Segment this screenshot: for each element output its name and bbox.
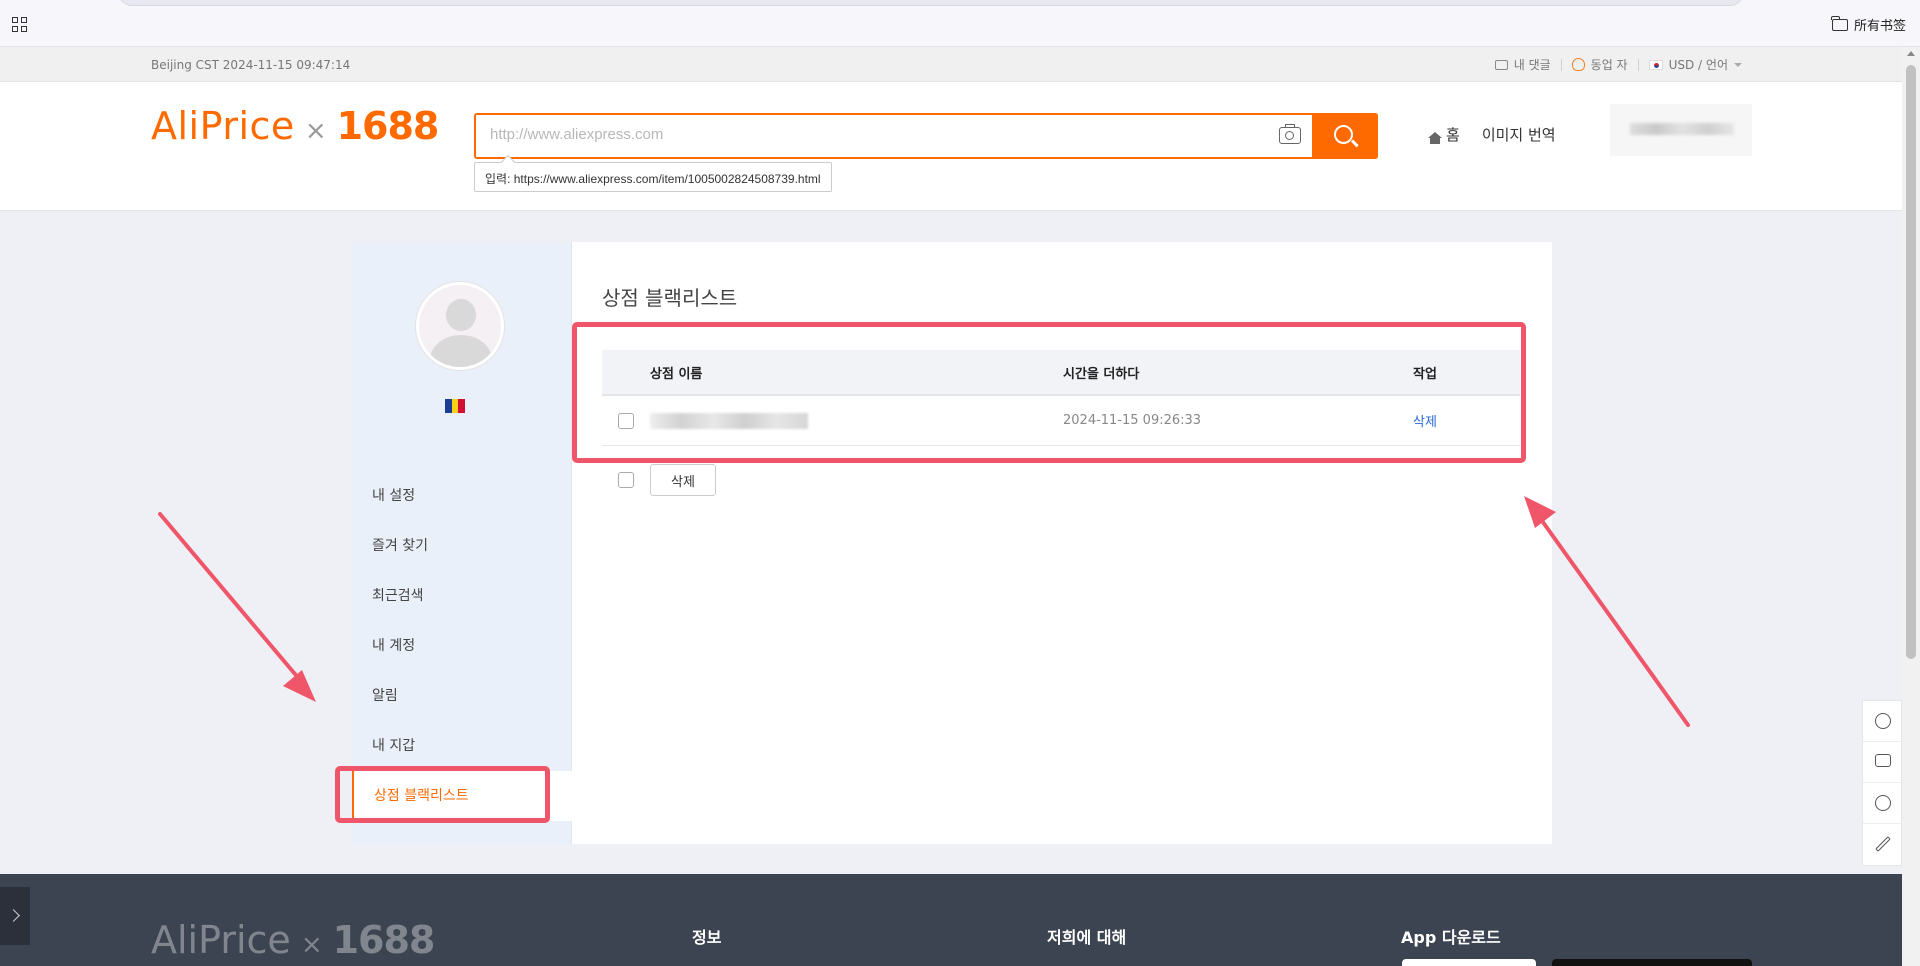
divider: [1560, 58, 1562, 71]
nav-image-translate-link[interactable]: 이미지 번역: [1482, 124, 1556, 145]
aliprice-1688-logo[interactable]: AliPrice × 1688: [151, 104, 440, 148]
address-bar-edge[interactable]: [118, 0, 1744, 6]
footer-col-app: App 다운로드: [1401, 928, 1501, 947]
footer-logo-aliprice: AliPrice: [151, 918, 291, 962]
chat-icon: [1875, 754, 1891, 767]
search-button[interactable]: [1312, 113, 1378, 159]
sidebar-item-recent-search[interactable]: 최근검색: [352, 571, 572, 621]
page-scrollbar[interactable]: [1902, 47, 1920, 966]
arrow-left-head: [283, 670, 316, 702]
search-box: [474, 113, 1378, 159]
top-info-strip: Beijing CST 2024-11-15 09:47:14 내 댓글 동업 …: [0, 47, 1902, 82]
logo-times-text: ×: [304, 116, 327, 146]
highlight-box-sidebar-item: [335, 766, 550, 823]
beijing-time: Beijing CST 2024-11-15 09:47:14: [151, 58, 351, 72]
app-store-badge[interactable]: [1402, 959, 1536, 966]
currency-language-select[interactable]: USD / 언어: [1648, 56, 1742, 73]
edit-button[interactable]: [1863, 824, 1901, 865]
nav-home-link[interactable]: 홈: [1428, 124, 1460, 145]
header-nav: 홈 이미지 번역: [1428, 124, 1556, 145]
history-icon: [1875, 713, 1891, 729]
footer-col-info: 정보: [692, 928, 722, 947]
comment-icon: [1494, 59, 1508, 70]
footer-col-about: 저희에 대해: [1047, 928, 1127, 947]
sidebar-item-my-account[interactable]: 내 계정: [352, 621, 572, 671]
floating-toolbar: [1862, 700, 1902, 866]
apps-grid-icon[interactable]: [12, 17, 28, 33]
feedback-button[interactable]: [1863, 783, 1901, 824]
search-input[interactable]: [490, 126, 1270, 143]
edit-icon: [1875, 836, 1891, 852]
bulk-actions: 삭제: [602, 464, 716, 496]
sidebar-item-my-settings[interactable]: 내 설정: [352, 471, 572, 521]
my-comments-link[interactable]: 내 댓글: [1494, 56, 1551, 73]
scrollbar-thumb[interactable]: [1906, 65, 1916, 659]
side-panel-toggle[interactable]: [0, 887, 30, 945]
google-play-badge[interactable]: [1552, 959, 1752, 966]
bulk-delete-button[interactable]: 삭제: [650, 464, 716, 496]
currency-language-label: USD / 언어: [1668, 58, 1728, 72]
arrow-left-shaft: [158, 512, 302, 682]
user-account-menu[interactable]: [1610, 104, 1752, 156]
chevron-down-icon: [1734, 62, 1742, 67]
sidebar-item-favorites[interactable]: 즐겨 찾기: [352, 521, 572, 571]
partner-link[interactable]: 동업 자: [1571, 56, 1628, 73]
site-footer: AliPrice × 1688 정보 저희에 대해 App 다운로드: [0, 874, 1902, 966]
all-bookmarks-button[interactable]: 所有书签: [1831, 15, 1906, 34]
all-bookmarks-label: 所有书签: [1853, 19, 1906, 34]
my-comments-label: 내 댓글: [1513, 58, 1551, 72]
andorra-flag-icon: [445, 399, 466, 413]
page-title: 상점 블랙리스트: [602, 286, 738, 310]
account-sidebar: 내 설정 즐겨 찾기 최근검색 내 계정 알림 내 지갑 상점 블랙리스트: [352, 242, 572, 844]
money-bag-icon: [1571, 58, 1585, 71]
logo-aliprice-text: AliPrice: [151, 104, 295, 148]
camera-icon[interactable]: [1279, 124, 1301, 144]
chat-button[interactable]: [1863, 742, 1901, 783]
site-header: AliPrice × 1688 입력: https://www.aliexpre…: [0, 82, 1902, 211]
partner-label: 동업 자: [1590, 58, 1628, 72]
sidebar-item-wallet[interactable]: 내 지갑: [352, 721, 572, 771]
sidebar-item-notifications[interactable]: 알림: [352, 671, 572, 721]
footer-logo-times: ×: [300, 930, 323, 960]
avatar[interactable]: [416, 282, 504, 370]
bookmark-bar: 所有书签: [0, 0, 1920, 47]
scroll-up-icon[interactable]: [1907, 51, 1915, 56]
arrow-right-shaft: [1538, 516, 1690, 727]
home-icon: [1428, 132, 1442, 144]
folder-icon: [1831, 15, 1848, 31]
korea-flag-icon: [1648, 59, 1663, 70]
smile-icon: [1875, 795, 1891, 811]
redacted-username: [1630, 123, 1734, 135]
history-button[interactable]: [1863, 701, 1901, 742]
highlight-box-table: [572, 322, 1526, 463]
logo-1688-text: 1688: [336, 104, 440, 148]
nav-home-label: 홈: [1446, 126, 1460, 144]
footer-logo: AliPrice × 1688: [151, 918, 436, 962]
divider: [1637, 58, 1639, 71]
select-all-checkbox[interactable]: [618, 472, 634, 488]
search-input-hint: 입력: https://www.aliexpress.com/item/1005…: [474, 162, 832, 192]
footer-logo-1688: 1688: [332, 918, 436, 962]
